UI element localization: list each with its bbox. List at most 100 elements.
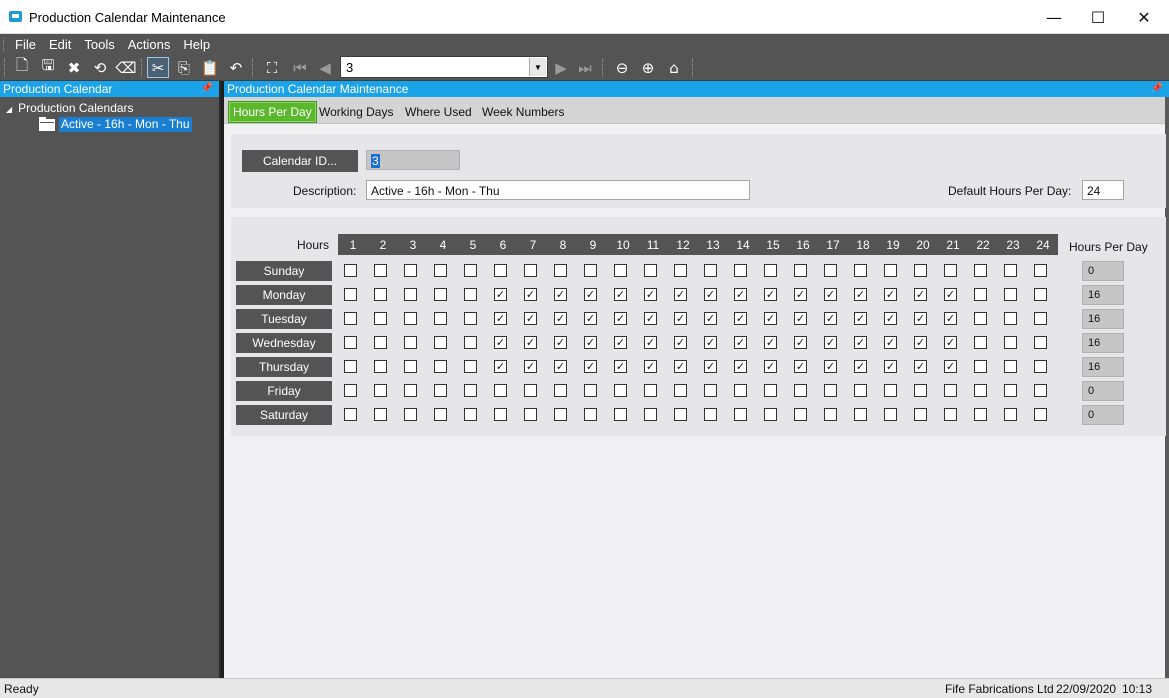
hour-checkbox[interactable]: [884, 408, 897, 421]
description-field[interactable]: Active - 16h - Mon - Thu: [366, 180, 750, 200]
hour-checkbox[interactable]: [1034, 360, 1047, 373]
hour-checkbox[interactable]: [584, 384, 597, 397]
hour-checkbox[interactable]: ✓: [944, 336, 957, 349]
new-icon[interactable]: 🗋: [11, 56, 33, 78]
hour-checkbox[interactable]: [494, 264, 507, 277]
hour-checkbox[interactable]: [674, 264, 687, 277]
hour-checkbox[interactable]: [434, 312, 447, 325]
hour-checkbox[interactable]: [404, 312, 417, 325]
hour-checkbox[interactable]: [464, 408, 477, 421]
hour-checkbox[interactable]: [1034, 264, 1047, 277]
hour-checkbox[interactable]: [374, 264, 387, 277]
hour-checkbox[interactable]: [914, 408, 927, 421]
hour-checkbox[interactable]: ✓: [824, 360, 837, 373]
hour-checkbox[interactable]: ✓: [494, 288, 507, 301]
menu-edit[interactable]: Edit: [49, 37, 71, 52]
hour-checkbox[interactable]: [824, 264, 837, 277]
hour-checkbox[interactable]: [404, 360, 417, 373]
hour-checkbox[interactable]: [344, 384, 357, 397]
hour-checkbox[interactable]: ✓: [494, 312, 507, 325]
hour-checkbox[interactable]: [584, 408, 597, 421]
calendar-id-button[interactable]: Calendar ID...: [242, 150, 358, 172]
hour-checkbox[interactable]: ✓: [614, 312, 627, 325]
hour-checkbox[interactable]: ✓: [704, 288, 717, 301]
hour-checkbox[interactable]: ✓: [614, 336, 627, 349]
hour-checkbox[interactable]: [644, 384, 657, 397]
hour-checkbox[interactable]: [884, 264, 897, 277]
menu-tools[interactable]: Tools: [84, 37, 114, 52]
hour-checkbox[interactable]: [1004, 384, 1017, 397]
hour-checkbox[interactable]: [374, 408, 387, 421]
hour-checkbox[interactable]: [944, 264, 957, 277]
hour-checkbox[interactable]: ✓: [584, 288, 597, 301]
hour-checkbox[interactable]: ✓: [614, 360, 627, 373]
tab-where-used[interactable]: Where Used: [405, 105, 472, 119]
hour-checkbox[interactable]: [764, 384, 777, 397]
hour-checkbox[interactable]: ✓: [674, 360, 687, 373]
hour-checkbox[interactable]: ✓: [824, 312, 837, 325]
hour-checkbox[interactable]: [404, 384, 417, 397]
hour-checkbox[interactable]: [734, 264, 747, 277]
hour-checkbox[interactable]: [1034, 384, 1047, 397]
clear-icon[interactable]: ⌫: [115, 57, 137, 78]
hour-checkbox[interactable]: [464, 312, 477, 325]
hour-checkbox[interactable]: [434, 264, 447, 277]
hour-checkbox[interactable]: [374, 384, 387, 397]
previous-record-icon[interactable]: ◀: [314, 57, 336, 78]
hour-checkbox[interactable]: ✓: [584, 312, 597, 325]
hour-checkbox[interactable]: [824, 408, 837, 421]
next-record-icon[interactable]: ▶: [550, 57, 572, 78]
hour-checkbox[interactable]: ✓: [524, 360, 537, 373]
expand-icon[interactable]: ◢: [6, 105, 12, 114]
hour-checkbox[interactable]: ✓: [614, 288, 627, 301]
hour-checkbox[interactable]: [524, 384, 537, 397]
hour-checkbox[interactable]: [344, 312, 357, 325]
hour-checkbox[interactable]: ✓: [524, 288, 537, 301]
hour-checkbox[interactable]: ✓: [794, 288, 807, 301]
hour-checkbox[interactable]: ✓: [944, 288, 957, 301]
hour-checkbox[interactable]: [404, 288, 417, 301]
hour-checkbox[interactable]: ✓: [914, 288, 927, 301]
hour-checkbox[interactable]: [1004, 288, 1017, 301]
hour-checkbox[interactable]: [374, 360, 387, 373]
hour-checkbox[interactable]: [344, 408, 357, 421]
hour-checkbox[interactable]: [704, 264, 717, 277]
menu-file[interactable]: File: [15, 37, 36, 52]
home-icon[interactable]: ⌂: [663, 57, 685, 78]
hour-checkbox[interactable]: [344, 288, 357, 301]
hour-checkbox[interactable]: ✓: [764, 336, 777, 349]
hour-checkbox[interactable]: [404, 408, 417, 421]
hour-checkbox[interactable]: ✓: [674, 312, 687, 325]
hour-checkbox[interactable]: [644, 408, 657, 421]
hour-checkbox[interactable]: [764, 264, 777, 277]
hour-checkbox[interactable]: [674, 384, 687, 397]
hour-checkbox[interactable]: [464, 360, 477, 373]
tab-week-numbers[interactable]: Week Numbers: [482, 105, 564, 119]
hour-checkbox[interactable]: [1034, 312, 1047, 325]
hour-checkbox[interactable]: [854, 384, 867, 397]
forward-icon[interactable]: ⊕: [637, 57, 659, 78]
hour-checkbox[interactable]: [764, 408, 777, 421]
hour-checkbox[interactable]: [494, 408, 507, 421]
hour-checkbox[interactable]: ✓: [674, 336, 687, 349]
hour-checkbox[interactable]: [344, 264, 357, 277]
hour-checkbox[interactable]: [464, 336, 477, 349]
hour-checkbox[interactable]: [1004, 336, 1017, 349]
hour-checkbox[interactable]: ✓: [554, 336, 567, 349]
hour-checkbox[interactable]: [554, 408, 567, 421]
hour-checkbox[interactable]: ✓: [494, 336, 507, 349]
hour-checkbox[interactable]: [404, 264, 417, 277]
hour-checkbox[interactable]: [974, 360, 987, 373]
hour-checkbox[interactable]: ✓: [524, 336, 537, 349]
hour-checkbox[interactable]: [794, 408, 807, 421]
hour-checkbox[interactable]: [974, 288, 987, 301]
save-icon[interactable]: 🖫: [37, 56, 59, 78]
hour-checkbox[interactable]: ✓: [734, 336, 747, 349]
hour-checkbox[interactable]: [854, 408, 867, 421]
hour-checkbox[interactable]: [464, 264, 477, 277]
hour-checkbox[interactable]: ✓: [794, 360, 807, 373]
hour-checkbox[interactable]: ✓: [944, 312, 957, 325]
hour-checkbox[interactable]: ✓: [794, 336, 807, 349]
hour-checkbox[interactable]: ✓: [854, 360, 867, 373]
hour-checkbox[interactable]: ✓: [734, 360, 747, 373]
